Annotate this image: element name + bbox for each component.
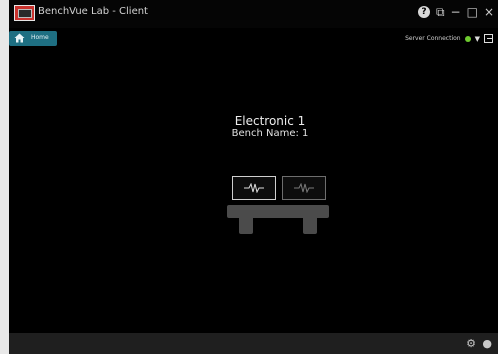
chevron-down-icon[interactable]: ▼ xyxy=(475,35,480,43)
waveform-icon xyxy=(244,183,264,193)
window-title: BenchVue Lab - Client xyxy=(38,6,148,17)
bench-leg-right xyxy=(303,216,317,234)
minimize-button[interactable]: − xyxy=(451,4,461,20)
info-icon[interactable]: ● xyxy=(482,337,492,350)
app-window: BenchVue Lab - Client ? ⧉ − □ × Home Ser… xyxy=(0,0,498,354)
server-connection[interactable]: Server Connection ▼ xyxy=(405,31,493,46)
desktop-edge xyxy=(0,0,9,354)
home-icon xyxy=(14,33,25,43)
window-controls: ? ⧉ − □ × xyxy=(417,4,494,20)
close-button[interactable]: × xyxy=(484,4,494,20)
gear-icon[interactable]: ⚙ xyxy=(466,337,476,350)
server-connection-label: Server Connection xyxy=(405,35,461,42)
restore-icon[interactable]: ⧉ xyxy=(436,4,445,20)
help-icon[interactable]: ? xyxy=(417,6,430,18)
instrument-slot-1[interactable] xyxy=(232,176,276,200)
app-logo xyxy=(14,5,35,21)
status-footer: ⚙ ● xyxy=(9,333,498,354)
bench-title: Electronic 1 xyxy=(234,114,306,128)
maximize-button[interactable]: □ xyxy=(467,4,478,20)
bench-name: Bench Name: 1 xyxy=(231,128,309,139)
waveform-icon xyxy=(294,183,314,193)
title-bar: BenchVue Lab - Client ? ⧉ − □ × xyxy=(9,0,498,28)
home-tab[interactable]: Home xyxy=(9,31,57,46)
exit-icon[interactable] xyxy=(484,34,493,43)
instrument-slot-2[interactable] xyxy=(282,176,326,200)
home-label: Home xyxy=(31,34,49,41)
bench-leg-left xyxy=(239,216,253,234)
connection-status-icon xyxy=(464,35,471,42)
